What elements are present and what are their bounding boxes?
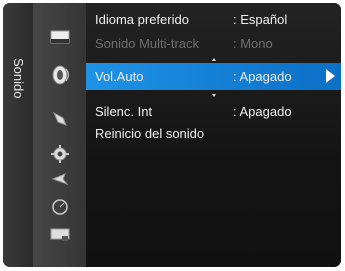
scroll-up-icon [212, 58, 216, 61]
setup-icon[interactable] [48, 142, 72, 166]
item-value: : Apagado [233, 69, 292, 84]
input-icon[interactable] [48, 167, 72, 191]
item-value: : Apagado [233, 104, 292, 119]
menu-icon-column [33, 3, 86, 267]
menu-item-sound-reset[interactable]: Reinicio del sonido [86, 123, 341, 145]
scroll-down-icon [212, 94, 216, 97]
submenu-arrow-icon [326, 69, 335, 83]
menu-item-internal-mute[interactable]: Silenc. Int : Apagado [86, 101, 341, 123]
sound-icon[interactable] [48, 63, 72, 87]
category-sidebar: Sonido [3, 3, 33, 267]
item-label: Reinicio del sonido [95, 126, 205, 141]
item-label: Vol.Auto [95, 69, 144, 84]
item-value: : Mono [233, 36, 273, 51]
item-value: : Español [233, 12, 288, 27]
application-icon[interactable] [48, 195, 72, 219]
picture-icon[interactable] [48, 25, 72, 49]
menu-item-auto-volume[interactable]: Vol.Auto : Apagado [86, 63, 341, 90]
item-label: Idioma preferido [95, 12, 189, 27]
channel-icon[interactable] [48, 107, 72, 131]
category-label: Sonido [11, 57, 26, 99]
support-icon[interactable] [48, 223, 72, 247]
item-label: Silenc. Int [95, 104, 153, 119]
item-label: Sonido Multi-track [95, 36, 200, 51]
tv-osd-menu: Sonido Idioma preferido : Español Sonido… [3, 3, 341, 267]
menu-item-preferred-language[interactable]: Idioma preferido : Español [86, 9, 341, 31]
sound-options-list: Idioma preferido : Español Sonido Multi-… [86, 3, 341, 267]
menu-item-multi-track-sound: Sonido Multi-track : Mono [86, 33, 341, 55]
